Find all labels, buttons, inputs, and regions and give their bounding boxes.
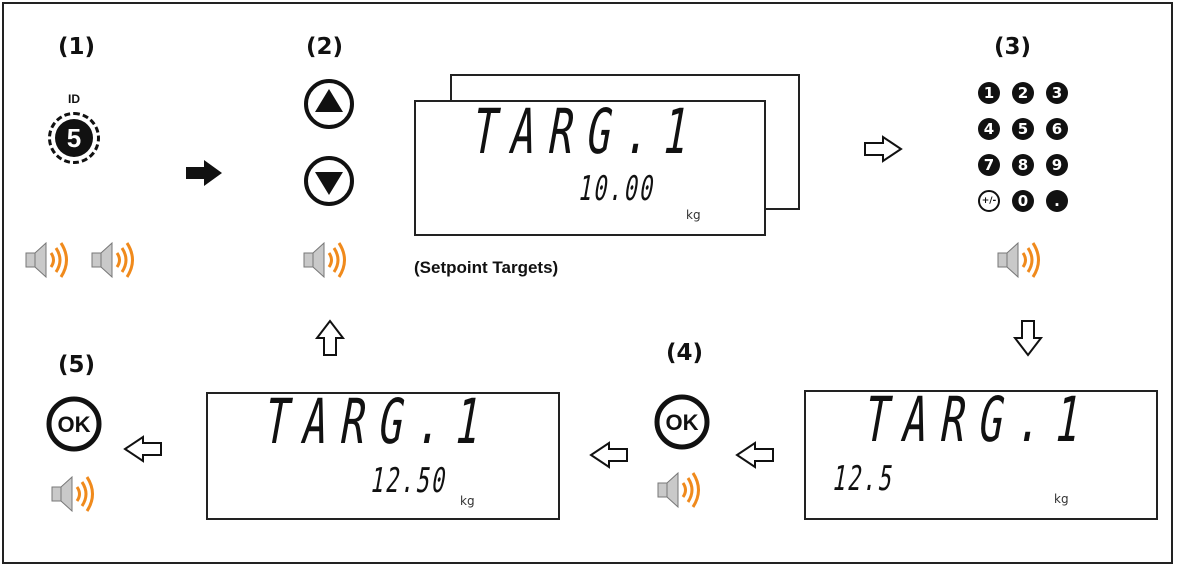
down-key-icon[interactable]	[303, 155, 355, 207]
key-0[interactable]: 0	[1012, 190, 1034, 212]
display-top: TARG.1 10.00 kg	[414, 97, 766, 236]
key-8[interactable]: 8	[1012, 154, 1034, 176]
display-bottom-left-unit: kg	[460, 494, 475, 508]
key-1[interactable]: 1	[978, 82, 1000, 104]
speaker-icon	[25, 241, 68, 279]
speaker-icon	[91, 241, 134, 279]
key-9[interactable]: 9	[1046, 154, 1068, 176]
key-7[interactable]: 7	[978, 154, 1000, 176]
display-bottom-left-value: 12.50	[367, 462, 451, 502]
ok-key-label: OK	[58, 412, 91, 437]
display-bottom-right-title: TARG.1	[859, 385, 1101, 457]
id-key-label: ID	[68, 92, 80, 106]
speaker-icon	[51, 475, 94, 513]
display-bottom-left-title: TARG.1	[259, 387, 501, 459]
beep-icons-step1	[25, 241, 134, 279]
key-3[interactable]: 3	[1046, 82, 1068, 104]
display-top-unit: kg	[686, 208, 701, 222]
ok-key-label: OK	[666, 410, 699, 435]
speaker-icon	[997, 241, 1040, 279]
speaker-icon	[303, 241, 346, 279]
key-2[interactable]: 2	[1012, 82, 1034, 104]
key-decimal[interactable]: .	[1046, 190, 1068, 212]
arrow-left-outline-icon	[735, 441, 774, 469]
step-4-label: (4)	[666, 340, 704, 366]
arrow-down-outline-icon	[1012, 320, 1044, 357]
step-3-label: (3)	[994, 34, 1032, 60]
arrow-left-outline-icon	[589, 441, 628, 469]
display-bottom-right-unit: kg	[1054, 492, 1069, 506]
display-bottom-right: TARG.1 12.5 kg	[804, 385, 1158, 520]
display-top-title: TARG.1	[467, 97, 709, 169]
arrow-right-outline-icon	[864, 135, 903, 163]
arrow-up-outline-icon	[314, 319, 346, 356]
display-top-value: 10.00	[575, 170, 659, 210]
key-5[interactable]: 5	[1012, 118, 1034, 140]
setpoint-targets-caption: (Setpoint Targets)	[414, 258, 559, 277]
step-5-label: (5)	[58, 352, 96, 378]
up-key-icon[interactable]	[303, 78, 355, 130]
id-key[interactable]: 5	[48, 112, 100, 164]
key-4[interactable]: 4	[978, 118, 1000, 140]
key-6[interactable]: 6	[1046, 118, 1068, 140]
step-2-label: (2)	[306, 34, 344, 60]
step-1-label: (1)	[58, 34, 96, 60]
speaker-icon	[657, 471, 700, 509]
display-bottom-right-value: 12.5	[829, 460, 898, 500]
arrow-right-solid-icon	[186, 160, 222, 186]
ok-key-icon[interactable]: OK	[654, 394, 710, 450]
ok-key-icon[interactable]: OK	[46, 396, 102, 452]
key-plus-minus[interactable]: +/-	[978, 190, 1000, 212]
numeric-keypad: 1 2 3 4 5 6 7 8 9 +/- 0 .	[978, 82, 1078, 222]
id-key-number: 5	[55, 119, 93, 157]
display-bottom-left: TARG.1 12.50 kg	[206, 387, 560, 520]
arrow-left-outline-icon	[123, 435, 162, 463]
